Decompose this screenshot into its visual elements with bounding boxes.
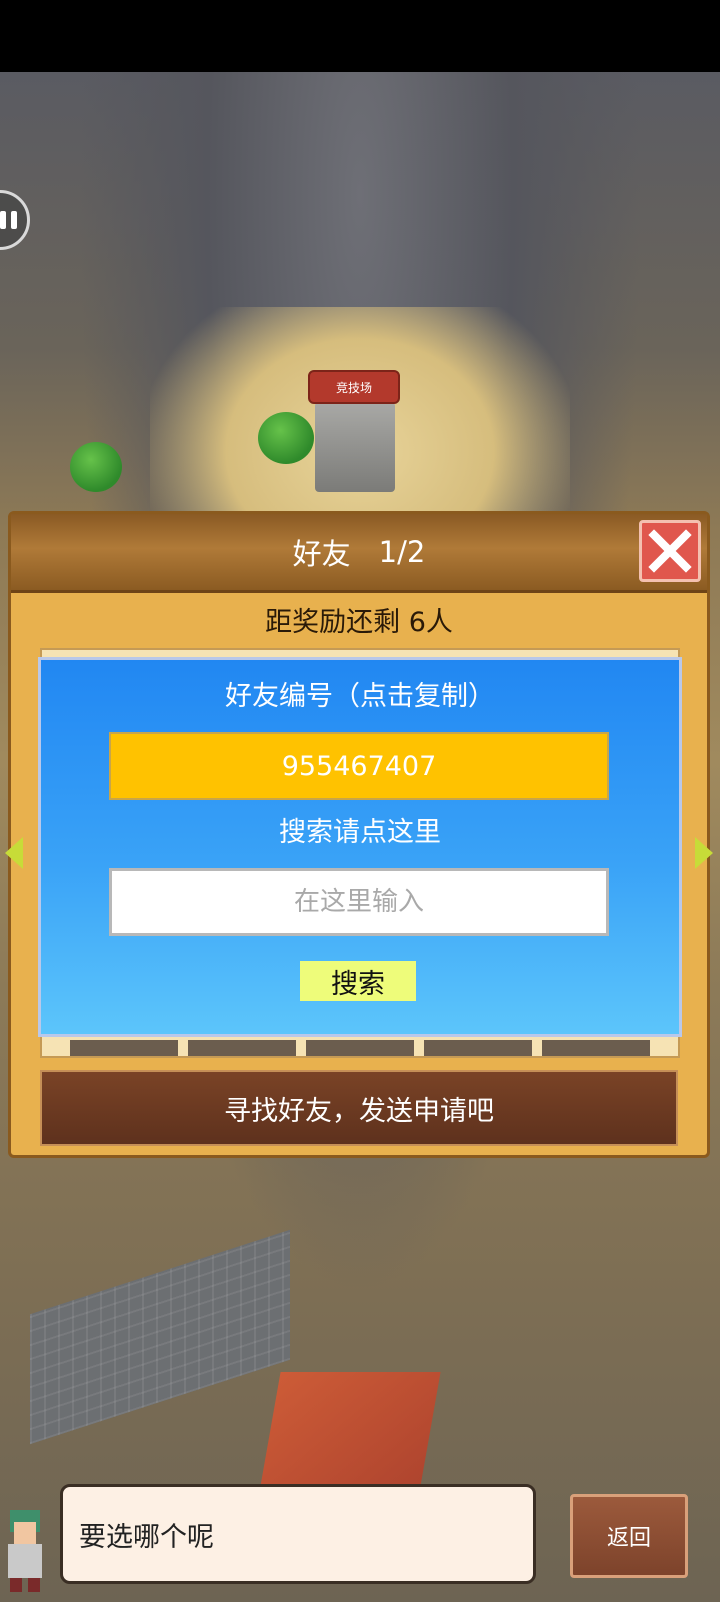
friend-id-label: 好友编号（点击复制） — [225, 681, 495, 712]
close-icon — [648, 529, 692, 573]
slots-row — [70, 1040, 650, 1056]
friend-id-copy-button[interactable]: 955467407 — [109, 732, 609, 800]
friend-slot[interactable] — [306, 1040, 414, 1056]
arrow-left-icon[interactable] — [5, 837, 23, 869]
arena-sign[interactable]: 竞技场 — [308, 370, 400, 404]
pause-icon — [11, 211, 17, 229]
arena-building[interactable] — [315, 402, 395, 492]
avatar — [8, 1510, 42, 1592]
close-button[interactable] — [639, 520, 701, 582]
reward-remaining: 距奖励还剩 6人 — [265, 607, 453, 638]
house-roof — [259, 1372, 441, 1492]
friend-search-dialog: 好友编号（点击复制） 955467407 搜索请点这里 搜索 — [38, 657, 682, 1037]
friend-slot[interactable] — [70, 1040, 178, 1056]
panel-page: 1/2 — [378, 535, 426, 569]
friend-slot[interactable] — [542, 1040, 650, 1056]
status-bar — [0, 0, 720, 72]
panel-title-text: 好友 — [292, 537, 351, 571]
panel-title: 好友 1/2 — [11, 514, 707, 590]
friend-slot[interactable] — [188, 1040, 296, 1056]
tree — [258, 412, 314, 464]
pause-icon — [0, 211, 6, 229]
field — [30, 1229, 290, 1445]
tree — [70, 442, 122, 492]
find-friends-bar[interactable]: 寻找好友，发送申请吧 — [40, 1070, 678, 1146]
search-button[interactable]: 搜索 — [300, 961, 416, 1001]
speech-bubble: 要选哪个呢 — [60, 1484, 536, 1584]
speech-text: 要选哪个呢 — [79, 1521, 214, 1553]
arrow-right-icon[interactable] — [695, 837, 713, 869]
back-button[interactable]: 返回 — [570, 1494, 688, 1578]
search-label: 搜索请点这里 — [279, 817, 441, 848]
friend-slot[interactable] — [424, 1040, 532, 1056]
search-input[interactable] — [109, 868, 609, 936]
